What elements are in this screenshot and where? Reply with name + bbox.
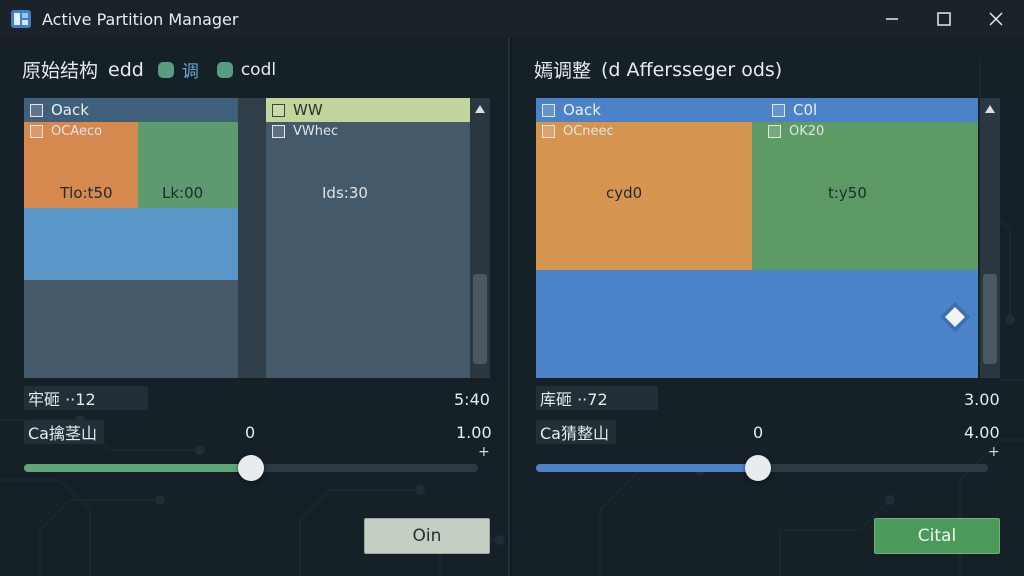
partition-value: t:y50 bbox=[828, 184, 867, 202]
info-label: 库砸 ··72 bbox=[536, 386, 658, 410]
partition-sublabel: VWhec bbox=[272, 124, 338, 139]
slider-max: 4.00 bbox=[964, 423, 1000, 442]
maximize-button[interactable] bbox=[920, 0, 968, 38]
title-bar: Active Partition Manager bbox=[0, 0, 1024, 38]
partition-label[interactable]: C0l bbox=[772, 98, 817, 122]
partition-label[interactable]: Oack bbox=[542, 98, 601, 122]
adjusted-structure-panel: 嫣调整 (d Affersseger ods) Oack C0l OCneec … bbox=[512, 38, 1024, 576]
checkbox[interactable] bbox=[772, 103, 785, 117]
scrollbar-thumb[interactable] bbox=[473, 274, 487, 364]
slider-min: 0 bbox=[245, 423, 256, 442]
partition-label[interactable]: WW bbox=[272, 98, 323, 122]
slider-knob[interactable] bbox=[238, 455, 264, 481]
info-value: 3.00 bbox=[964, 390, 1000, 409]
info-label: 牢砸 ··12 bbox=[24, 386, 148, 410]
partition-header[interactable] bbox=[536, 98, 978, 122]
checkbox[interactable] bbox=[272, 125, 285, 138]
column-divider bbox=[238, 98, 266, 378]
panel-heading: 原始结构 edd 调 codl bbox=[22, 56, 276, 83]
legend-item[interactable]: 调 bbox=[157, 57, 199, 82]
scrollbar-thumb[interactable] bbox=[983, 274, 997, 364]
apply-button[interactable]: Oin bbox=[364, 518, 490, 554]
confirm-button[interactable]: Cital bbox=[874, 518, 1000, 554]
window-title: Active Partition Manager bbox=[42, 10, 239, 29]
partition-label[interactable]: Oack bbox=[30, 98, 89, 122]
checkbox[interactable] bbox=[542, 125, 555, 138]
legend-swatch bbox=[157, 61, 174, 78]
minimize-icon bbox=[886, 18, 898, 20]
partition-value: Ids:30 bbox=[322, 184, 368, 202]
checkbox[interactable] bbox=[542, 103, 555, 117]
checkbox[interactable] bbox=[30, 103, 43, 117]
slider-max: 1.00 bbox=[456, 423, 492, 442]
maximize-icon bbox=[937, 12, 951, 26]
slider-fill bbox=[536, 464, 758, 472]
heading-extra: (d Affersseger ods) bbox=[601, 58, 783, 81]
partition-map: Oack C0l OCneec OK20 cyd0 t:y50 bbox=[536, 98, 1000, 378]
app-window: Active Partition Manager 原始结构 edd 调 codl bbox=[0, 0, 1024, 576]
heading-title: 原始结构 bbox=[22, 60, 99, 82]
slider-label: Ca擒茎山 bbox=[24, 420, 104, 444]
close-icon bbox=[989, 12, 1003, 26]
legend-swatch bbox=[216, 61, 233, 78]
partition-value: cyd0 bbox=[606, 184, 643, 202]
legend-label: 调 bbox=[181, 62, 199, 82]
partition-block-slate[interactable] bbox=[24, 280, 238, 378]
app-icon bbox=[11, 10, 31, 28]
partition-sublabel: OCneec bbox=[542, 124, 614, 139]
scroll-up-icon[interactable] bbox=[984, 104, 996, 114]
legend-item[interactable]: codl bbox=[216, 59, 277, 80]
partition-block-blue[interactable] bbox=[24, 208, 238, 280]
resize-handle-icon[interactable] bbox=[938, 300, 972, 334]
close-button[interactable] bbox=[972, 0, 1020, 38]
slider-fill bbox=[24, 464, 251, 472]
heading-extra: edd bbox=[108, 58, 144, 81]
partition-value: Tlo:t50 bbox=[60, 184, 113, 202]
partition-block-orange[interactable] bbox=[536, 122, 752, 270]
partition-sublabel: OCAeco bbox=[30, 124, 102, 139]
heading-title: 嫣调整 bbox=[534, 60, 592, 82]
panel-heading: 嫣调整 (d Affersseger ods) bbox=[534, 56, 782, 83]
slider-min: 0 bbox=[753, 423, 764, 442]
partition-value: Lk:00 bbox=[162, 184, 204, 202]
slider-label: Ca猜整山 bbox=[536, 420, 616, 444]
partition-sublabel: OK20 bbox=[768, 124, 824, 139]
partition-block-slate[interactable] bbox=[266, 122, 470, 378]
slider-increment[interactable]: + bbox=[988, 444, 1000, 460]
checkbox[interactable] bbox=[768, 125, 781, 138]
original-structure-panel: 原始结构 edd 调 codl Oack OCAeco Tlo:t50 Lk:0… bbox=[0, 38, 510, 576]
checkbox[interactable] bbox=[272, 103, 285, 117]
slider-knob[interactable] bbox=[745, 455, 771, 481]
info-value: 5:40 bbox=[454, 390, 490, 409]
checkbox[interactable] bbox=[30, 125, 43, 138]
partition-map: Oack OCAeco Tlo:t50 Lk:00 WW VWhec Ids:3… bbox=[24, 98, 490, 378]
slider-increment[interactable]: + bbox=[478, 444, 490, 460]
minimize-button[interactable] bbox=[868, 0, 916, 38]
scroll-up-icon[interactable] bbox=[474, 104, 486, 114]
legend-label: codl bbox=[240, 59, 277, 80]
partition-block-blue[interactable] bbox=[536, 270, 978, 378]
